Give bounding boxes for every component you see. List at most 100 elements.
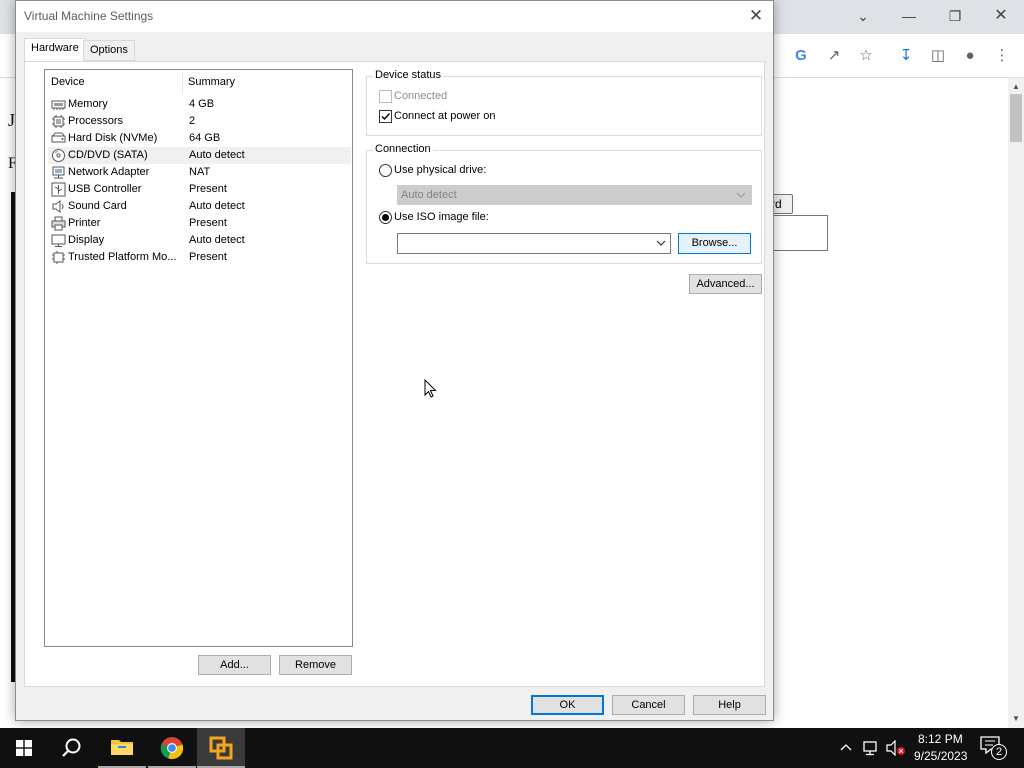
ok-button[interactable]: OK xyxy=(531,695,604,715)
display-icon xyxy=(51,234,66,247)
hardware-tab-panel: Device Summary Memory 4 GB Processors 2 … xyxy=(24,61,765,687)
device-name: CD/DVD (SATA) xyxy=(68,149,148,161)
browse-button[interactable]: Browse... xyxy=(678,233,751,254)
clock-date[interactable]: 9/25/2023 xyxy=(914,749,967,763)
cd-dvd-icon xyxy=(52,149,65,162)
radio-selected-dot xyxy=(382,214,389,221)
chrome-button[interactable] xyxy=(148,728,196,768)
download-icon[interactable]: ↧ xyxy=(896,46,916,66)
use-physical-drive-radio[interactable] xyxy=(379,164,392,177)
notification-center-button[interactable]: 2 xyxy=(980,736,1008,760)
minimize-icon[interactable]: — xyxy=(894,6,924,26)
column-separator xyxy=(182,72,183,93)
device-summary: NAT xyxy=(189,166,211,178)
start-button[interactable] xyxy=(0,728,48,768)
volume-muted-icon[interactable] xyxy=(886,740,906,756)
device-name: USB Controller xyxy=(68,183,142,195)
sound-card-icon xyxy=(52,200,64,213)
use-iso-image-radio[interactable] xyxy=(379,211,392,224)
device-row-trusted-platform-module[interactable]: Trusted Platform Mo... Present xyxy=(48,249,351,266)
connect-at-power-on-label: Connect at power on xyxy=(394,110,496,122)
usb-icon xyxy=(51,182,66,197)
mouse-cursor-icon xyxy=(424,379,437,398)
chevron-up-icon[interactable] xyxy=(840,742,852,752)
profile-avatar-icon[interactable]: ● xyxy=(960,46,980,66)
device-row-hard-disk[interactable]: Hard Disk (NVMe) 64 GB xyxy=(48,130,351,147)
notification-count-badge: 2 xyxy=(991,744,1007,760)
device-name: Hard Disk (NVMe) xyxy=(68,132,158,144)
tab-search-icon[interactable]: ⌄ xyxy=(848,6,878,26)
connected-label: Connected xyxy=(394,90,448,102)
help-button[interactable]: Help xyxy=(693,695,766,715)
connect-at-power-on-checkbox[interactable] xyxy=(379,110,392,123)
device-summary: Present xyxy=(189,251,227,263)
bookmark-star-icon[interactable]: ☆ xyxy=(856,46,876,66)
side-panel-icon[interactable]: ◫ xyxy=(928,46,948,66)
connection-group: Connection Use physical drive: Auto dete… xyxy=(366,143,762,264)
device-summary: Present xyxy=(189,183,227,195)
use-physical-drive-label: Use physical drive: xyxy=(394,164,487,176)
device-row-processors[interactable]: Processors 2 xyxy=(48,113,351,130)
column-header-device[interactable]: Device xyxy=(51,76,85,88)
chevron-down-icon[interactable] xyxy=(656,239,666,247)
vm-settings-dialog: Virtual Machine Settings ✕ Hardware Opti… xyxy=(15,0,774,721)
search-icon xyxy=(62,738,81,757)
hard-disk-icon xyxy=(51,132,66,143)
scroll-up-icon[interactable]: ▲ xyxy=(1008,80,1024,94)
device-row-sound-card[interactable]: Sound Card Auto detect xyxy=(48,198,351,215)
device-name: Printer xyxy=(68,217,101,229)
chevron-down-icon xyxy=(736,192,746,198)
device-name: Trusted Platform Mo... xyxy=(68,251,177,263)
page-heading-fragment: J xyxy=(8,110,16,130)
remove-device-button[interactable]: Remove xyxy=(279,655,352,675)
column-header-summary[interactable]: Summary xyxy=(188,76,235,88)
device-status-group: Device status Connected Connect at power… xyxy=(366,69,762,136)
device-row-usb-controller[interactable]: USB Controller Present xyxy=(48,181,351,198)
device-row-display[interactable]: Display Auto detect xyxy=(48,232,351,249)
cancel-button[interactable]: Cancel xyxy=(612,695,685,715)
processor-icon xyxy=(52,115,65,128)
device-name: Sound Card xyxy=(68,200,127,212)
vmware-button[interactable] xyxy=(197,728,245,768)
share-icon[interactable]: ↗ xyxy=(824,46,844,66)
device-list[interactable]: Device Summary Memory 4 GB Processors 2 … xyxy=(44,69,353,647)
connected-checkbox[interactable] xyxy=(379,90,392,103)
tab-options[interactable]: Options xyxy=(83,40,135,61)
device-summary: Auto detect xyxy=(189,234,245,246)
dialog-close-icon[interactable]: ✕ xyxy=(745,5,767,27)
memory-icon xyxy=(51,100,66,110)
page-scrollbar[interactable]: ▲ ▼ xyxy=(1008,78,1024,728)
scroll-thumb[interactable] xyxy=(1010,94,1022,142)
start-icon xyxy=(16,740,32,756)
iso-path-combobox[interactable] xyxy=(397,233,671,254)
device-summary: 4 GB xyxy=(189,98,215,110)
physical-drive-select[interactable]: Auto detect xyxy=(397,185,752,205)
file-explorer-button[interactable] xyxy=(98,728,146,768)
device-name: Display xyxy=(68,234,105,246)
advanced-button[interactable]: Advanced... xyxy=(689,274,762,294)
dialog-titlebar[interactable]: Virtual Machine Settings ✕ xyxy=(16,1,773,32)
vmware-icon xyxy=(209,736,233,760)
device-summary: Auto detect xyxy=(189,149,245,161)
network-icon[interactable] xyxy=(862,740,880,756)
clock-time[interactable]: 8:12 PM xyxy=(918,732,963,746)
search-button[interactable] xyxy=(48,728,96,768)
google-lens-icon[interactable]: G xyxy=(791,46,811,66)
device-name: Memory xyxy=(68,98,108,110)
device-row-cd-dvd[interactable]: CD/DVD (SATA) Auto detect xyxy=(48,147,351,164)
dialog-title: Virtual Machine Settings xyxy=(24,9,154,23)
menu-kebab-icon[interactable]: ⋮ xyxy=(992,46,1012,66)
physical-drive-value: Auto detect xyxy=(401,189,457,201)
device-row-network-adapter[interactable]: Network Adapter NAT xyxy=(48,164,351,181)
device-summary: 2 xyxy=(189,115,196,127)
scroll-down-icon[interactable]: ▼ xyxy=(1008,712,1024,726)
restore-icon[interactable]: ❐ xyxy=(940,6,970,26)
device-row-memory[interactable]: Memory 4 GB xyxy=(48,96,351,113)
checkmark-icon xyxy=(381,113,391,121)
close-window-icon[interactable]: ✕ xyxy=(986,6,1016,26)
device-row-printer[interactable]: Printer Present xyxy=(48,215,351,232)
add-device-button[interactable]: Add... xyxy=(198,655,271,675)
tab-hardware[interactable]: Hardware xyxy=(24,38,86,61)
use-iso-image-label: Use ISO image file: xyxy=(394,211,489,223)
network-adapter-icon xyxy=(52,166,65,179)
